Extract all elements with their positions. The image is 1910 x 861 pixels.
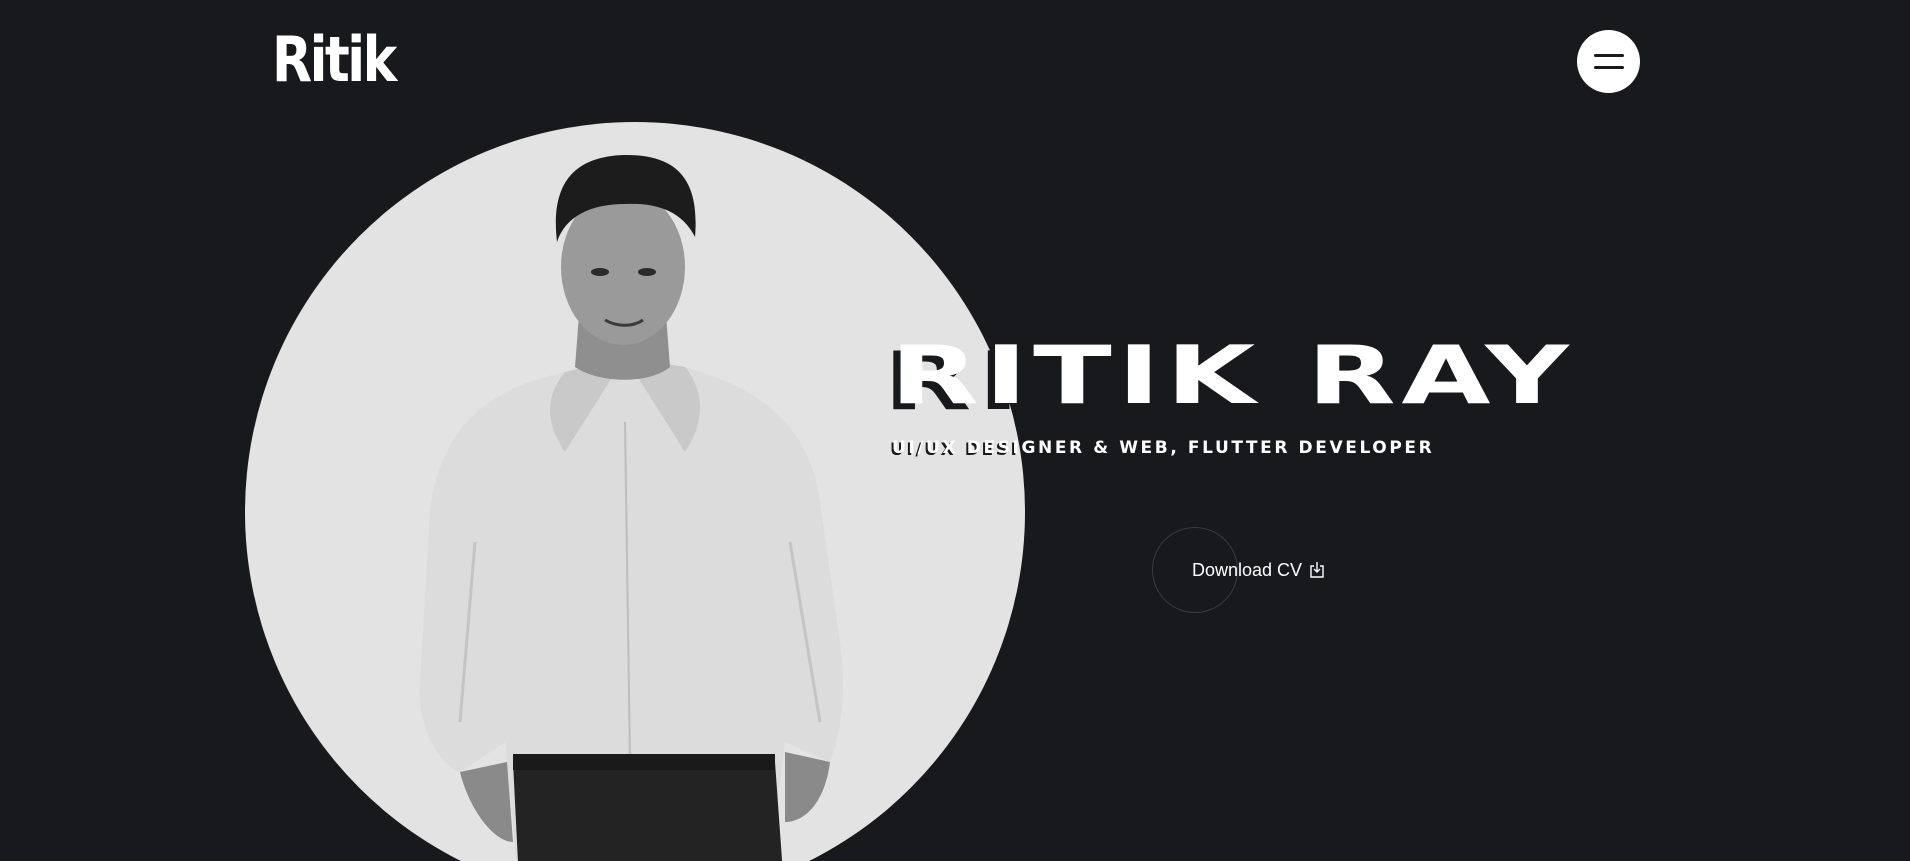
hamburger-menu-icon-line — [1594, 66, 1624, 69]
download-cv-label: Download CV — [1192, 559, 1303, 580]
hero-name: RITIK RAY — [890, 329, 1575, 422]
menu-button[interactable] — [1577, 30, 1640, 93]
person-illustration — [419, 154, 843, 861]
page: Ritik RITIK RAY UI/UX DESIGNER & WEB, FL… — [0, 0, 1910, 861]
hero-subtitle: UI/UX DESIGNER & WEB, FLUTTER DEVELOPER — [892, 438, 1435, 458]
download-cv-button[interactable]: Download CV — [1192, 556, 1325, 584]
site-logo[interactable]: Ritik — [272, 22, 397, 98]
hamburger-menu-icon — [1594, 54, 1624, 57]
portrait-photo — [245, 122, 1025, 861]
download-icon — [1310, 562, 1324, 578]
